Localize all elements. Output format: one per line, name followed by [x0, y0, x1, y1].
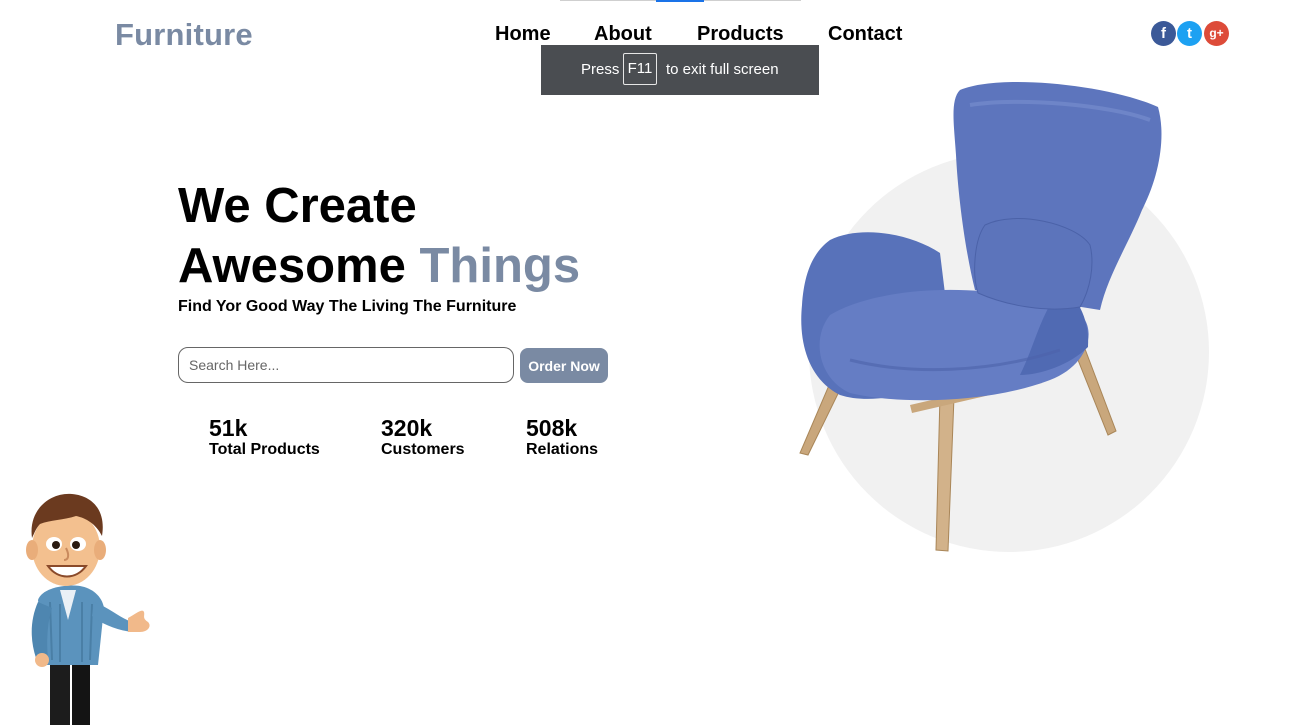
browser-tab-indicator: [656, 0, 704, 2]
nav-products[interactable]: Products: [697, 23, 784, 46]
stat-value: 320k: [381, 415, 433, 441]
twitter-icon[interactable]: t: [1177, 21, 1202, 46]
fullscreen-notice: Press F11 to exit full screen: [541, 45, 819, 95]
cartoon-man-image: [26, 493, 150, 725]
hero-headline: We Create Awesome Things: [178, 176, 580, 296]
hero-line-2-accent: Things: [419, 239, 581, 293]
stat-value: 508k: [526, 415, 578, 441]
stat-relations: 508k Relations: [526, 415, 598, 459]
fullscreen-key: F11: [623, 53, 657, 85]
nav-contact[interactable]: Contact: [828, 23, 902, 46]
armchair-image: [799, 81, 1162, 552]
fullscreen-press-text: Press: [581, 61, 620, 78]
fullscreen-message: to exit full screen: [666, 61, 779, 78]
facebook-icon[interactable]: f: [1151, 21, 1176, 46]
hero-line-2: Awesome Things: [178, 236, 580, 296]
stat-total-products: 51k Total Products: [209, 415, 320, 459]
stat-label: Customers: [381, 441, 465, 458]
brand-logo[interactable]: Furniture: [115, 17, 253, 53]
nav-about[interactable]: About: [594, 23, 652, 46]
hero-line-2-plain: Awesome: [178, 239, 406, 293]
stat-customers: 320k Customers: [381, 415, 465, 459]
nav-home[interactable]: Home: [495, 23, 551, 46]
stat-label: Total Products: [209, 441, 320, 458]
stat-value: 51k: [209, 415, 248, 441]
hero-line-1: We Create: [178, 179, 417, 233]
google-plus-icon[interactable]: g+: [1204, 21, 1229, 46]
hero-tagline: Find Yor Good Way The Living The Furnitu…: [178, 298, 517, 315]
order-now-button[interactable]: Order Now: [520, 348, 608, 383]
search-input[interactable]: [178, 347, 514, 383]
stat-label: Relations: [526, 441, 599, 458]
